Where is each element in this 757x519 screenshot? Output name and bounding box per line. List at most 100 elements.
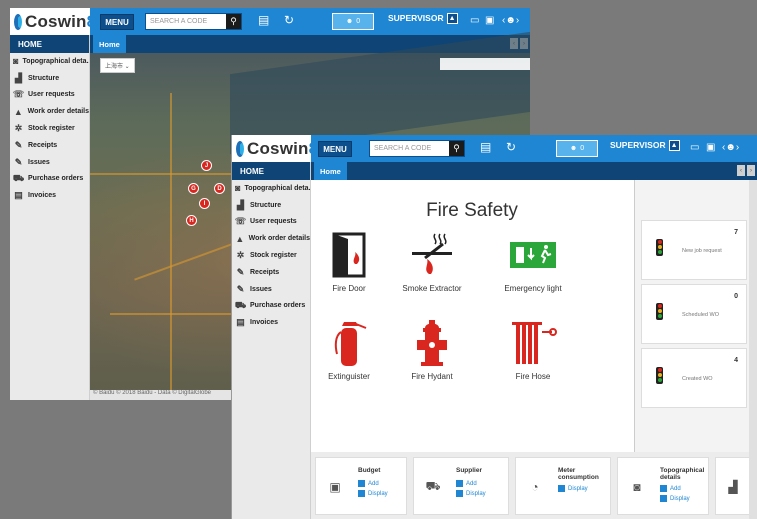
sidebar-item-label: Invoices	[250, 319, 279, 327]
issues-icon: ✎	[236, 283, 245, 294]
refresh-icon[interactable]: ↻	[284, 13, 294, 27]
search-icon[interactable]: ⚲	[226, 14, 241, 29]
sidebar-item-receipts[interactable]: ✎ Receipts	[10, 137, 89, 154]
app-logo[interactable]: Coswin8	[232, 135, 318, 162]
search-placeholder: SEARCH A CODE	[374, 145, 432, 152]
refresh-icon[interactable]: ↻	[506, 140, 516, 154]
user-badge[interactable]: ☻ 0	[556, 140, 598, 157]
emergency-light-item[interactable]: Emergency light	[488, 230, 578, 293]
sidebar-item-label: Receipts	[250, 268, 280, 276]
tile-supplier[interactable]: ⛟ Supplier Add Display	[413, 457, 509, 515]
logo-icon	[14, 13, 22, 30]
kpi-card-created[interactable]: 4 Created WO	[641, 348, 747, 408]
kpi-value: 4	[734, 357, 738, 364]
search-icon[interactable]: ⚲	[449, 141, 464, 156]
print-icon[interactable]: ▤	[258, 13, 269, 27]
sidebar-home[interactable]: HOME	[232, 162, 310, 180]
role-selector[interactable]: SUPERVISOR ▲	[388, 13, 458, 25]
fire-hose-item[interactable]: Fire Hose	[488, 318, 578, 381]
sidebar-item-invoices[interactable]: ▤ Invoices	[232, 314, 310, 331]
kpi-panel: 7 New job request 0 Scheduled WO 4 Creat…	[634, 180, 749, 452]
sidebar-item-user-requests[interactable]: ☏ User requests	[10, 87, 89, 104]
user-switch-icon[interactable]: ‹☻›	[502, 15, 519, 26]
sidebar-item-invoices[interactable]: ▤ Invoices	[10, 187, 89, 204]
map-pin[interactable]: H	[186, 215, 197, 226]
sidebar-list: ◙ Topographical deta... ▟ Structure ☏ User re…	[232, 180, 310, 331]
window-icon[interactable]: ▭	[690, 142, 699, 153]
search-placeholder: SEARCH A CODE	[150, 18, 208, 25]
tile-display-action[interactable]: Display	[456, 490, 486, 497]
tile-display-action[interactable]: Display	[358, 490, 388, 497]
sidebar-item-stock-register[interactable]: ✲ Stock register	[232, 247, 310, 264]
smoke-extractor-item[interactable]: Smoke Extractor	[387, 230, 477, 293]
sidebar-item-user-requests[interactable]: ☏ User requests	[232, 214, 310, 231]
tile-display-action[interactable]: Display	[660, 495, 690, 502]
window-alt-icon[interactable]: ▣	[485, 15, 494, 26]
map-pin[interactable]: D	[214, 183, 225, 194]
sidebar-item-work-order-details[interactable]: ▲ Work order details	[10, 103, 89, 120]
hydrant-item[interactable]: Fire Hydant	[387, 318, 477, 381]
menu-button[interactable]: MENU	[318, 141, 352, 157]
structure-icon: ▟	[728, 480, 738, 494]
kpi-value: 0	[734, 293, 738, 300]
fire-door-item[interactable]: Fire Door	[304, 230, 394, 293]
menu-button[interactable]: MENU	[100, 14, 134, 30]
tile-add-action[interactable]: Add	[358, 480, 379, 487]
cart-icon: ⛟	[12, 172, 25, 183]
tab-home[interactable]: Home	[93, 35, 126, 53]
tile-display-action[interactable]: Display	[558, 485, 588, 492]
logo-text: Coswin	[25, 11, 87, 31]
sidebar-item-receipts[interactable]: ✎ Receipts	[232, 264, 310, 281]
window-alt-icon[interactable]: ▣	[706, 142, 715, 153]
print-icon[interactable]: ▤	[480, 140, 491, 154]
hydrant-icon	[407, 318, 457, 368]
tile-structure[interactable]: ▟	[715, 457, 751, 515]
sidebar-item-stock-register[interactable]: ✲ Stock register	[10, 120, 89, 137]
sidebar-item-purchase-orders[interactable]: ⛟ Purchase orders	[10, 171, 89, 188]
kpi-card-scheduled[interactable]: 0 Scheduled WO	[641, 284, 747, 344]
sidebar-item-label: Receipts	[28, 141, 58, 149]
tab-home[interactable]: Home	[314, 162, 347, 180]
app-logo[interactable]: Coswin8	[10, 8, 96, 35]
map-pin[interactable]: I	[199, 198, 210, 209]
sidebar-item-topographical-deta[interactable]: ◙ Topographical deta...	[10, 53, 89, 70]
search-input[interactable]: SEARCH A CODE ⚲	[369, 140, 465, 157]
role-selector[interactable]: SUPERVISOR ▲	[610, 140, 680, 152]
tile-budget[interactable]: ▣ Budget Add Display	[315, 457, 407, 515]
tab-prev-icon[interactable]: ‹	[737, 165, 745, 176]
tile-add-action[interactable]: Add	[456, 480, 477, 487]
city-selector[interactable]: 上海市 ⌄	[100, 58, 135, 73]
user-switch-icon[interactable]: ‹☻›	[722, 142, 739, 153]
map-pin[interactable]: J	[201, 160, 212, 171]
sidebar-item-work-order-details[interactable]: ▲ Work order details	[232, 230, 310, 247]
sidebar-item-structure[interactable]: ▟ Structure	[10, 70, 89, 87]
logo-version: 8	[86, 11, 97, 31]
tile-title: Topographical details	[660, 467, 705, 481]
tab-next-icon[interactable]: ›	[747, 165, 755, 176]
vertical-scrollbar[interactable]	[749, 180, 757, 519]
window-icon[interactable]: ▭	[470, 15, 479, 26]
extinguisher-item[interactable]: Extinguister	[304, 318, 394, 381]
work-order-icon: ▲	[13, 106, 23, 117]
map-controls[interactable]	[440, 58, 530, 70]
sidebar-item-purchase-orders[interactable]: ⛟ Purchase orders	[232, 298, 310, 315]
sidebar-item-topographical-deta[interactable]: ◙ Topographical deta...	[232, 180, 310, 197]
kpi-card-new-job[interactable]: 7 New job request	[641, 220, 747, 280]
sidebar: HOME ◙ Topographical deta... ▟ Structure ☏ Us…	[10, 35, 90, 400]
tile-meter[interactable]: ◔ Meter consumption Display	[515, 457, 611, 515]
sidebar-item-issues[interactable]: ✎ Issues	[232, 281, 310, 298]
extinguisher-icon	[324, 318, 374, 368]
sidebar-item-structure[interactable]: ▟ Structure	[232, 197, 310, 214]
search-input[interactable]: SEARCH A CODE ⚲	[145, 13, 242, 30]
tile-topographical[interactable]: ◙ Topographical details Add Display	[617, 457, 709, 515]
user-icon: ☻	[569, 145, 578, 152]
user-badge[interactable]: ☻ 0	[332, 13, 374, 30]
smoke-extractor-icon	[407, 230, 457, 280]
tile-add-action[interactable]: Add	[660, 485, 681, 492]
map-pin[interactable]: G	[188, 183, 199, 194]
sidebar-item-issues[interactable]: ✎ Issues	[10, 154, 89, 171]
sidebar-home[interactable]: HOME	[10, 35, 89, 53]
user-count: 0	[356, 18, 361, 25]
add-icon	[456, 480, 463, 487]
sidebar-list: ◙ Topographical deta... ▟ Structure ☏ User re…	[10, 53, 89, 204]
